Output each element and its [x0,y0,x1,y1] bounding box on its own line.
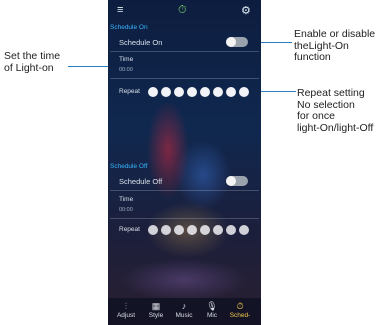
settings-icon[interactable]: ⚙ [241,4,251,17]
schedule-off-toggle[interactable] [226,176,248,186]
schedule-on-label: Schedule On [119,38,163,47]
day-circle[interactable] [226,87,236,97]
phone-screen: ≡ ⏱ ⚙ Schedule On Schedule On Time 00:00… [108,0,261,325]
divider [110,78,259,79]
day-circle[interactable] [161,87,171,97]
day-circle[interactable] [187,87,197,97]
menu-icon[interactable]: ≡ [117,4,123,16]
schedule-on-toggle[interactable] [226,37,248,47]
day-circle[interactable] [213,87,223,97]
day-circle[interactable] [148,225,158,235]
mic-icon: 🎙 [206,301,218,311]
divider [110,51,259,52]
top-bar: ≡ ⏱ ⚙ [108,0,261,20]
nav-label: Mic [206,312,218,319]
section-title-schedule-on: Schedule On [110,24,148,31]
nav-label: Adjust [116,312,136,319]
callout-set-time: Set the time of Light-on [4,50,61,74]
day-circle[interactable] [213,225,223,235]
schedule-on-repeat-label: Repeat [119,88,140,95]
day-circle[interactable] [148,87,158,97]
callout-text: Repeat setting [297,87,365,99]
day-circle[interactable] [226,225,236,235]
grid-icon: ▦ [151,301,161,311]
schedule-off-repeat-label: Repeat [119,226,140,233]
bottom-nav: ⫶ Adjust ▦ Style ♪ Music 🎙 Mic ⏱ Sched- [108,298,261,325]
callout-text: for once [297,110,335,122]
day-circle[interactable] [200,225,210,235]
nav-schedule[interactable]: ⏱ Sched- [227,300,253,320]
divider [110,218,259,219]
toggle-knob [226,176,236,186]
day-circle[interactable] [174,87,184,97]
callout-text: Set the time [4,50,61,62]
sliders-icon: ⫶ [124,301,128,311]
nav-label: Music [175,312,193,319]
callout-text: Enable or disable [294,28,376,40]
day-circle[interactable] [239,225,249,235]
callout-enable: Enable or disable theLight-On function [294,28,376,64]
day-circle[interactable] [174,225,184,235]
clock-icon: ⏱ [236,301,244,311]
nav-music[interactable]: ♪ Music [171,300,197,320]
callout-text: of Light-on [4,61,54,74]
day-circle[interactable] [187,225,197,235]
day-circle[interactable] [161,225,171,235]
callout-text: light-On/light-Off [297,121,374,134]
nav-label: Style [148,312,164,319]
nav-adjust[interactable]: ⫶ Adjust [113,300,139,320]
callout-text: function [294,51,331,63]
schedule-off-time-value[interactable]: 00:00 [119,207,133,213]
toggle-knob [226,37,236,47]
schedule-off-time-label[interactable]: Time [119,196,133,203]
schedule-off-label: Schedule Off [119,177,163,186]
day-circle[interactable] [200,87,210,97]
nav-mic[interactable]: 🎙 Mic [199,300,225,320]
section-title-schedule-off: Schedule Off [110,163,148,170]
nav-label: Sched- [229,312,251,319]
schedule-on-time-label[interactable]: Time [119,56,133,63]
callout-repeat: Repeat setting No selection for once lig… [297,87,374,134]
schedule-on-time-value[interactable]: 00:00 [119,67,133,73]
music-icon: ♪ [181,301,187,311]
nav-style[interactable]: ▦ Style [143,300,169,320]
day-circle[interactable] [239,87,249,97]
divider [110,190,259,191]
clock-icon[interactable]: ⏱ [178,4,187,17]
